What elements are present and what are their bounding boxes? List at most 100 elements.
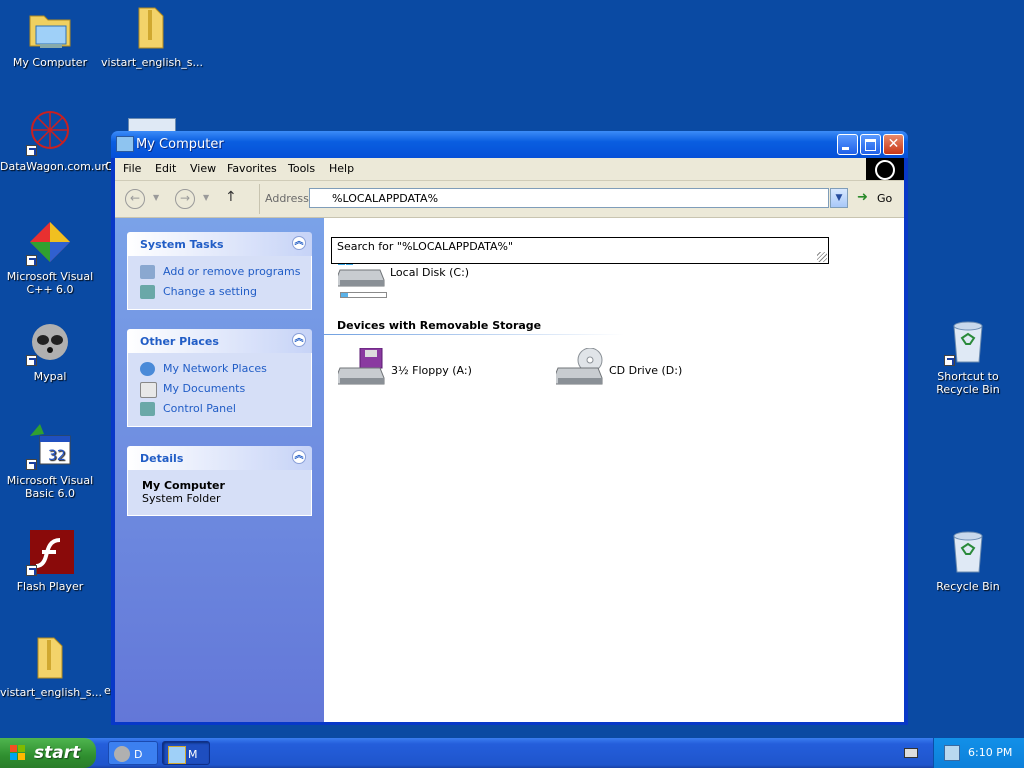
maximize-button[interactable] <box>860 134 881 155</box>
clock[interactable]: 6:10 PM <box>968 746 1012 759</box>
visual-basic-icon: 32 <box>26 422 74 470</box>
desktop-icon-flash[interactable]: Flash Player <box>0 528 100 593</box>
go-arrow-icon[interactable]: ➜ <box>857 190 868 205</box>
control-panel-link[interactable]: Control Panel <box>140 400 311 420</box>
desktop-icon-recycle-bin[interactable]: Recycle Bin <box>918 528 1018 593</box>
task-pane: System Tasks ︽ Add or remove programs Ch… <box>115 218 324 722</box>
desktop-partial-label: e <box>104 684 111 697</box>
other-places-panel: Other Places ︽ My Network Places My Docu… <box>127 329 312 427</box>
autocomplete-suggestion[interactable]: Search for "%LOCALAPPDATA%" <box>337 240 513 253</box>
programs-icon <box>140 265 155 279</box>
cd-drive-icon <box>553 347 604 392</box>
zip-folder-icon <box>26 634 74 682</box>
address-label: Address <box>265 192 309 205</box>
drive-label: 3½ Floppy (A:) <box>391 364 472 377</box>
link-label: My Network Places <box>163 362 267 375</box>
close-button[interactable]: ✕ <box>883 134 904 155</box>
desktop-icon-label: DataWagon.com.url <box>0 160 109 173</box>
collapse-chevron-icon[interactable]: ︽ <box>292 450 306 464</box>
desktop-icon-recycle-shortcut[interactable]: Shortcut to Recycle Bin <box>918 318 1018 396</box>
panel-title: Other Places <box>140 335 219 348</box>
taskbar-button-my-computer[interactable]: M <box>162 741 210 765</box>
shortcut-arrow-icon <box>26 255 37 266</box>
desktop-icon-vistart-1[interactable]: vistart_english_s... <box>101 4 203 69</box>
my-computer-small-icon <box>116 136 134 152</box>
menu-favorites[interactable]: Favorites <box>227 162 277 175</box>
keyboard-icon[interactable] <box>904 748 918 758</box>
change-setting-link[interactable]: Change a setting <box>140 283 311 303</box>
desktop-icon-my-computer[interactable]: My Computer <box>0 4 100 69</box>
desktop-icon-vistart-2[interactable]: vistart_english_s... <box>0 634 102 699</box>
system-tasks-header[interactable]: System Tasks ︽ <box>127 232 312 256</box>
toolbar-separator <box>259 184 260 214</box>
back-dropdown-icon[interactable]: ▼ <box>153 193 159 202</box>
desktop-icon-label: Microsoft Visual C++ 6.0 <box>6 270 94 296</box>
panel-title: Details <box>140 452 184 465</box>
disk-usage-fill <box>341 293 348 297</box>
window-title: My Computer <box>136 137 224 152</box>
address-input[interactable]: %LOCALAPPDATA% <box>309 188 829 208</box>
menu-help[interactable]: Help <box>329 162 354 175</box>
address-autocomplete-dropdown[interactable]: Search for "%LOCALAPPDATA%" <box>331 237 829 264</box>
menu-edit[interactable]: Edit <box>155 162 176 175</box>
shortcut-arrow-icon <box>944 355 955 366</box>
back-button[interactable]: ← <box>125 189 145 209</box>
section-divider <box>324 334 624 335</box>
toolbar: ← ▼ → ▼ ↑ Address %LOCALAPPDATA% ▼ ➜ Go <box>115 181 904 218</box>
windows-flag-icon <box>10 745 25 760</box>
title-bar[interactable]: My Computer ✕ <box>111 131 908 158</box>
start-label: start <box>34 743 81 763</box>
recycle-bin-icon <box>944 528 992 576</box>
mypal-raccoon-icon <box>26 318 74 366</box>
other-places-header[interactable]: Other Places ︽ <box>127 329 312 353</box>
my-network-places-link[interactable]: My Network Places <box>140 360 311 380</box>
start-button[interactable]: start <box>0 738 96 768</box>
control-panel-icon <box>140 285 155 299</box>
my-computer-icon <box>26 4 74 52</box>
shortcut-arrow-icon <box>26 565 37 576</box>
add-remove-programs-link[interactable]: Add or remove programs <box>140 263 311 283</box>
my-documents-link[interactable]: My Documents <box>140 380 311 400</box>
drive-label: CD Drive (D:) <box>609 364 683 377</box>
desktop-icon-label: My Computer <box>12 56 88 69</box>
collapse-chevron-icon[interactable]: ︽ <box>292 236 306 250</box>
menu-bar: File Edit View Favorites Tools Help <box>115 158 904 181</box>
minimize-button[interactable] <box>837 134 858 155</box>
system-tasks-panel: System Tasks ︽ Add or remove programs Ch… <box>127 232 312 310</box>
taskbar-button-mypal[interactable]: D <box>108 741 158 765</box>
task-label: D <box>134 748 143 761</box>
panel-body: Add or remove programs Change a setting <box>127 256 312 310</box>
forward-dropdown-icon[interactable]: ▼ <box>203 193 209 202</box>
details-panel: Details ︽ My Computer System Folder <box>127 446 312 516</box>
svg-text:32: 32 <box>48 448 66 464</box>
forward-button[interactable]: → <box>175 189 195 209</box>
shortcut-arrow-icon <box>26 355 37 366</box>
go-button[interactable]: Go <box>877 192 892 205</box>
datawagon-url-icon <box>26 108 74 156</box>
link-label: Change a setting <box>163 285 257 298</box>
resize-grip-icon[interactable] <box>817 252 827 262</box>
desktop-icon-label: vistart_english_s... <box>0 686 102 699</box>
content-pane: Local Disk (C:) Devices with Removable S… <box>324 218 904 722</box>
details-type: System Folder <box>142 492 221 505</box>
menu-tools[interactable]: Tools <box>288 162 315 175</box>
desktop-icon-datawagon[interactable]: DataWagon.com.url <box>0 108 109 173</box>
desktop-icon-vb6[interactable]: 32 Microsoft Visual Basic 6.0 <box>0 422 100 500</box>
details-header[interactable]: Details ︽ <box>127 446 312 470</box>
menu-view[interactable]: View <box>190 162 216 175</box>
collapse-chevron-icon[interactable]: ︽ <box>292 333 306 347</box>
address-dropdown-button[interactable]: ▼ <box>830 188 848 208</box>
mypal-raccoon-icon <box>114 746 130 762</box>
link-label: My Documents <box>163 382 246 395</box>
up-folder-button[interactable]: ↑ <box>225 189 237 205</box>
shortcut-arrow-icon <box>26 459 37 470</box>
panel-body: My Network Places My Documents Control P… <box>127 353 312 427</box>
desktop-icon-vcpp[interactable]: Microsoft Visual C++ 6.0 <box>0 218 100 296</box>
desktop-icon-mypal[interactable]: Mypal <box>0 318 100 383</box>
network-icon[interactable] <box>944 745 960 761</box>
recycle-bin-icon <box>944 318 992 366</box>
control-panel-icon <box>140 402 155 416</box>
visual-cpp-icon <box>26 218 74 266</box>
menu-file[interactable]: File <box>123 162 141 175</box>
desktop-icon-label: Microsoft Visual Basic 6.0 <box>6 474 94 500</box>
